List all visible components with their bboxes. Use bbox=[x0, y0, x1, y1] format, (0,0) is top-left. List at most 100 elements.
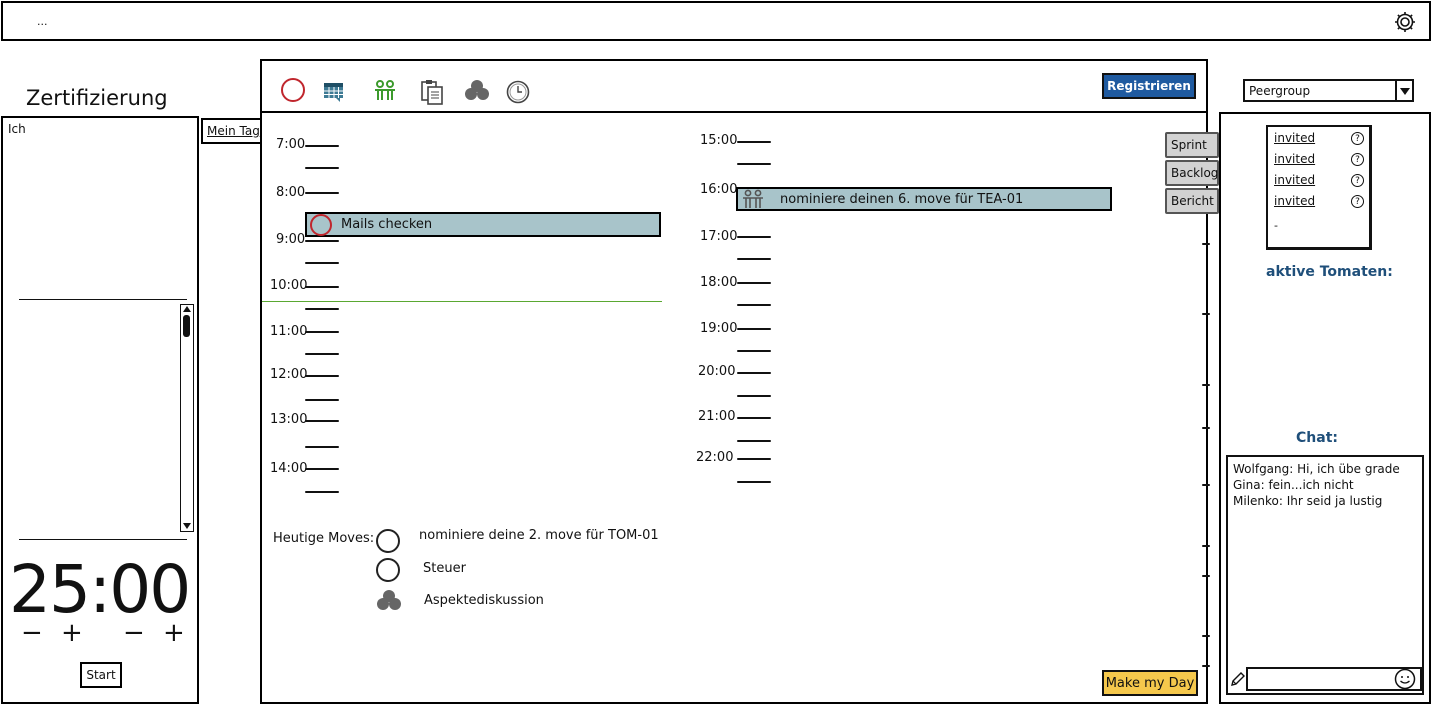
chevron-down-icon[interactable] bbox=[1395, 81, 1412, 100]
register-button[interactable]: Registrieren bbox=[1102, 73, 1196, 99]
moves-heading: Heutige Moves: bbox=[273, 531, 375, 546]
hour-label: 15:00 bbox=[700, 133, 738, 148]
hour-tick bbox=[305, 331, 339, 333]
hour-label: 13:00 bbox=[270, 412, 308, 427]
hour-tick bbox=[737, 282, 771, 284]
toolbar: Registrieren bbox=[262, 61, 1206, 113]
hour-label: 21:00 bbox=[698, 409, 736, 424]
hour-tick bbox=[305, 240, 339, 242]
schedule-right: 15:00 16:00 17:00 18:00 19:00 20:00 21:0… bbox=[682, 111, 1162, 531]
tab-bericht[interactable]: Bericht bbox=[1165, 188, 1219, 214]
scroll-down-icon[interactable] bbox=[183, 523, 191, 529]
minutes-plus-button[interactable]: + bbox=[61, 618, 83, 648]
hour-tick bbox=[737, 236, 771, 238]
question-icon[interactable]: ? bbox=[1351, 132, 1364, 145]
hour-label: 16:00 bbox=[700, 182, 738, 197]
half-hour-tick bbox=[737, 304, 771, 306]
hour-label: 7:00 bbox=[276, 137, 306, 152]
smiley-icon[interactable] bbox=[1394, 668, 1416, 690]
chat-message: Gina: fein...ich nicht bbox=[1233, 478, 1354, 492]
left-panel-title: Zertifizierung bbox=[26, 86, 168, 110]
people-icon bbox=[740, 189, 766, 209]
move-circle-icon[interactable] bbox=[376, 558, 400, 582]
invite-link[interactable]: invited bbox=[1274, 152, 1315, 166]
half-hour-tick bbox=[737, 481, 771, 483]
question-icon[interactable]: ? bbox=[1351, 195, 1364, 208]
left-panel: Ich 25:00 − + − + Start bbox=[1, 116, 199, 704]
scroll-up-icon[interactable] bbox=[183, 306, 191, 312]
tab-sprint[interactable]: Sprint bbox=[1165, 132, 1219, 158]
ruler-tick bbox=[1202, 665, 1210, 667]
top-bar-text: ... bbox=[37, 15, 48, 28]
hour-tick bbox=[737, 458, 771, 460]
start-button[interactable]: Start bbox=[80, 662, 122, 688]
event-label: nominiere deinen 6. move für TEA-01 bbox=[780, 191, 1024, 207]
invite-link[interactable]: invited bbox=[1274, 173, 1315, 187]
hour-label: 10:00 bbox=[270, 278, 308, 293]
half-hour-tick bbox=[737, 350, 771, 352]
half-hour-tick bbox=[737, 163, 771, 165]
half-hour-tick bbox=[305, 262, 339, 264]
top-bar: ... bbox=[1, 1, 1431, 41]
seconds-plus-button[interactable]: + bbox=[163, 618, 185, 648]
cloud-icon[interactable] bbox=[464, 79, 490, 103]
tab-mein-tag[interactable]: Mein Tag bbox=[201, 118, 263, 144]
invite-extra: - bbox=[1274, 219, 1278, 232]
move-label: Aspektediskussion bbox=[424, 593, 544, 608]
seconds-minus-button[interactable]: − bbox=[123, 618, 145, 648]
half-hour-tick bbox=[305, 167, 339, 169]
invites-box: invited ? invited ? invited ? invited ? … bbox=[1266, 125, 1372, 250]
invite-link[interactable]: invited bbox=[1274, 194, 1315, 208]
half-hour-tick bbox=[305, 399, 339, 401]
half-hour-tick bbox=[737, 440, 771, 442]
hour-label: 22:00 bbox=[696, 450, 734, 465]
pencil-icon[interactable] bbox=[1230, 671, 1246, 687]
chat-title: Chat: bbox=[1296, 430, 1338, 446]
ruler-tick bbox=[1202, 575, 1210, 577]
tab-backlog[interactable]: Backlog bbox=[1165, 160, 1219, 186]
half-hour-tick bbox=[737, 395, 771, 397]
event-nominate-move[interactable]: nominiere deinen 6. move für TEA-01 bbox=[736, 187, 1112, 211]
hour-tick bbox=[305, 192, 339, 194]
people-icon[interactable] bbox=[372, 78, 398, 104]
chat-messages: Wolfgang: Hi, ich übe grade Gina: fein..… bbox=[1233, 461, 1400, 509]
ruler bbox=[1202, 241, 1216, 701]
hour-label: 19:00 bbox=[700, 321, 738, 336]
move-circle-icon[interactable] bbox=[376, 529, 400, 553]
hour-label: 18:00 bbox=[700, 275, 738, 290]
gear-icon[interactable] bbox=[1393, 10, 1417, 34]
hour-label: 11:00 bbox=[270, 324, 308, 339]
clock-icon[interactable] bbox=[506, 80, 530, 104]
current-time-line bbox=[262, 301, 662, 302]
hour-tick bbox=[305, 420, 339, 422]
event-label: Mails checken bbox=[341, 217, 433, 232]
minutes-minus-button[interactable]: − bbox=[21, 618, 43, 648]
invite-link[interactable]: invited bbox=[1274, 131, 1315, 145]
half-hour-tick bbox=[305, 353, 339, 355]
event-mails-checken[interactable]: Mails checken bbox=[305, 212, 661, 237]
hour-label: 8:00 bbox=[276, 185, 306, 200]
peergroup-select[interactable]: Peergroup bbox=[1243, 79, 1414, 102]
question-icon[interactable]: ? bbox=[1351, 174, 1364, 187]
scroll-thumb[interactable] bbox=[183, 315, 190, 337]
half-hour-tick bbox=[305, 308, 339, 310]
move-label: nominiere deine 2. move für TOM-01 bbox=[419, 528, 659, 543]
calendar-icon[interactable] bbox=[322, 79, 346, 103]
question-icon[interactable]: ? bbox=[1351, 153, 1364, 166]
make-my-day-button[interactable]: Make my Day bbox=[1102, 670, 1198, 696]
cloud-icon[interactable] bbox=[376, 589, 402, 613]
tab-mein-tag-label[interactable]: Mein Tag bbox=[207, 124, 260, 138]
chat-message: Milenko: Ihr seid ja lustig bbox=[1233, 494, 1383, 508]
clipboard-icon[interactable] bbox=[419, 78, 445, 106]
hour-tick bbox=[305, 286, 339, 288]
scrollbar[interactable] bbox=[180, 304, 194, 532]
hour-label: 17:00 bbox=[700, 229, 738, 244]
ruler-tick bbox=[1202, 313, 1210, 315]
ruler-tick bbox=[1202, 484, 1210, 486]
half-hour-tick bbox=[305, 446, 339, 448]
main-panel: Registrieren 7:00 8:00 9:00 10:00 11:00 … bbox=[260, 59, 1210, 704]
chat-box: Wolfgang: Hi, ich übe grade Gina: fein..… bbox=[1226, 455, 1424, 695]
tomato-circle-icon[interactable] bbox=[281, 78, 305, 102]
hour-label: 12:00 bbox=[270, 367, 308, 382]
right-panel: invited ? invited ? invited ? invited ? … bbox=[1219, 112, 1431, 704]
